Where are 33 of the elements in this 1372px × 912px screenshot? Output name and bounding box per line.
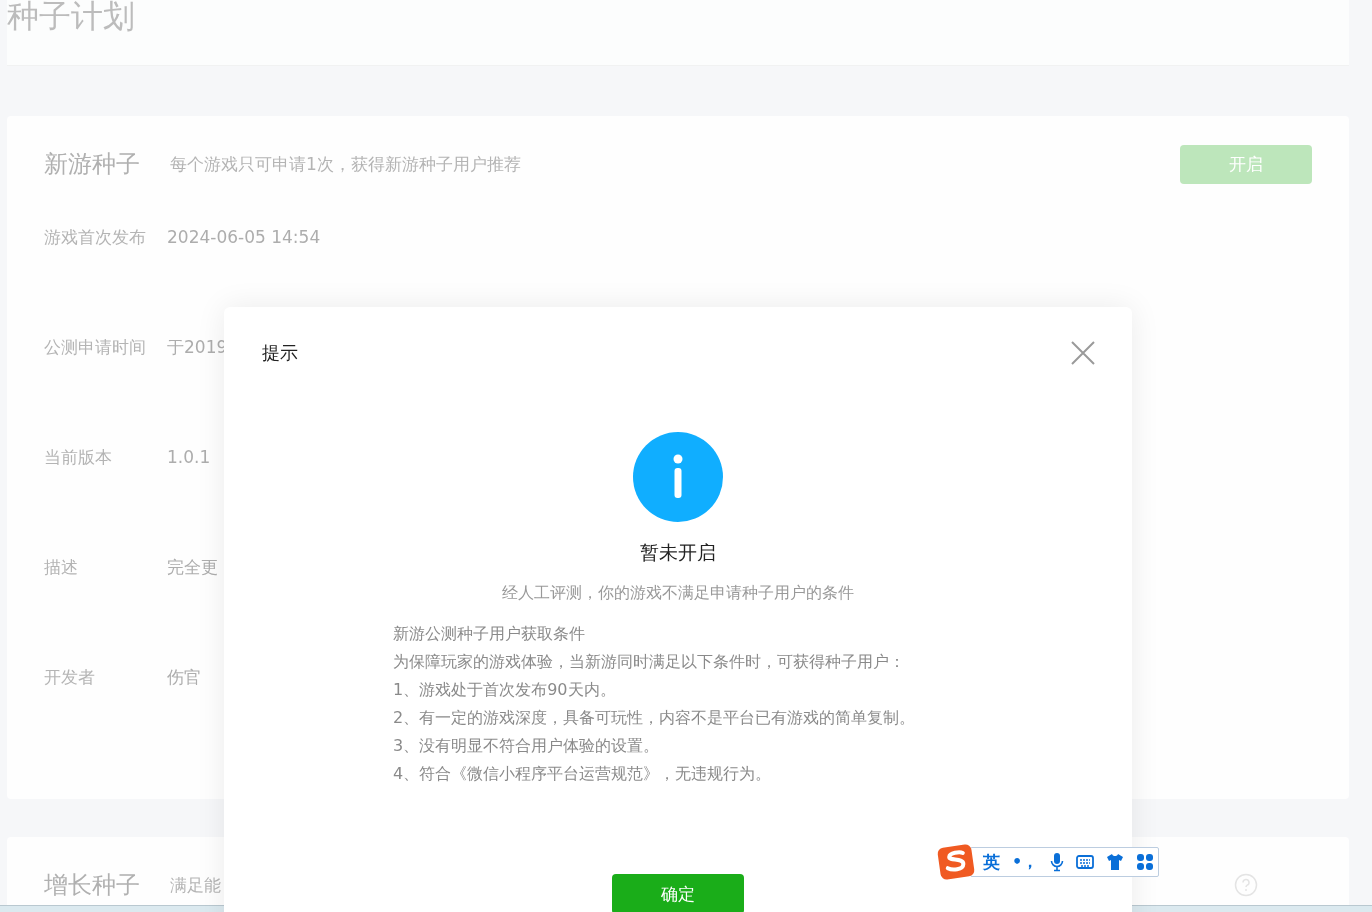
punctuation-toggle[interactable]: •， [1012, 851, 1039, 873]
keyboard-icon[interactable] [1076, 855, 1095, 869]
section-title: 增长种子 [44, 870, 140, 901]
microphone-icon[interactable] [1050, 852, 1065, 872]
field-label: 开发者 [44, 665, 96, 689]
field-label: 公测申请时间 [44, 335, 147, 359]
dialog-message: 经人工评测，你的游戏不满足申请种子用户的条件 [502, 582, 854, 604]
close-icon[interactable] [1070, 340, 1096, 366]
grid-icon[interactable] [1136, 853, 1155, 871]
section-title: 新游种子 [44, 149, 140, 180]
language-mode-toggle[interactable]: 英 [983, 850, 1000, 874]
page-title: 种子计划 [7, 0, 136, 36]
condition-text: 2、有一定的游戏深度，具备可玩性，内容不是平台已有游戏的简单复制。 [393, 707, 916, 729]
condition-text: 为保障玩家的游戏体验，当新游同时满足以下条件时，可获得种子用户： [393, 651, 906, 673]
field-value: 完全更 [167, 555, 218, 579]
condition-text: 新游公测种子用户获取条件 [393, 623, 586, 645]
confirm-button[interactable]: 确定 [612, 874, 744, 912]
condition-text: 1、游戏处于首次发布90天内。 [393, 679, 617, 701]
section-subtitle: 每个游戏只可申请1次，获得新游种子用户推荐 [170, 152, 521, 176]
section-subtitle: 满足能 [170, 873, 221, 897]
s-logo-icon[interactable] [936, 843, 976, 881]
condition-text: 4、符合《微信小程序平台运营规范》，无违规行为。 [393, 763, 773, 785]
dialog-title: 提示 [262, 341, 298, 365]
field-label: 游戏首次发布 [44, 225, 147, 249]
field-label: 当前版本 [44, 445, 113, 469]
field-value: 伤官 [167, 665, 201, 689]
shirt-icon[interactable] [1106, 853, 1125, 871]
condition-text: 3、没有明显不符合用户体验的设置。 [393, 735, 661, 757]
dialog-heading: 暂未开启 [640, 540, 716, 565]
info-icon [633, 432, 723, 522]
field-label: 描述 [44, 555, 79, 579]
field-value: 1.0.1 [167, 447, 211, 467]
field-value: 2024-06-05 14:54 [167, 227, 321, 247]
